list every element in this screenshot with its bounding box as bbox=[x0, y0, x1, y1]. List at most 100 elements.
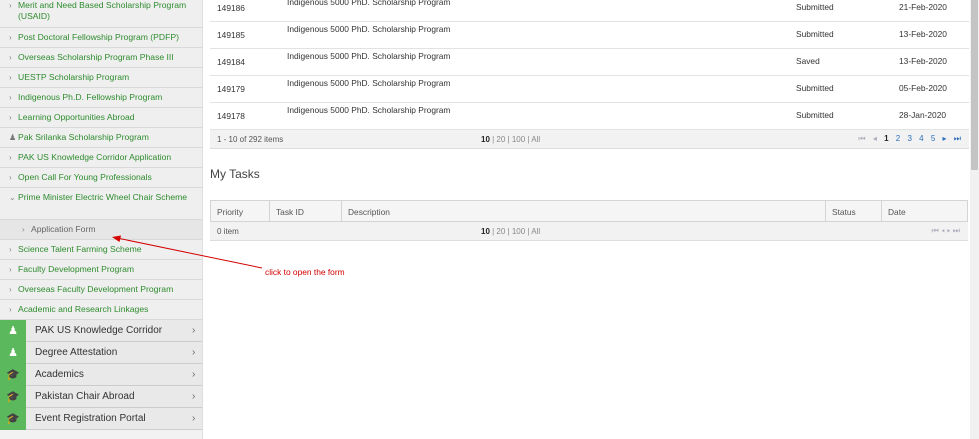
sidebar: › Merit and Need Based Scholarship Progr… bbox=[0, 0, 203, 439]
sidebar-menu-label: Academics bbox=[35, 369, 84, 380]
chevron-down-icon: ⌄ bbox=[9, 193, 16, 202]
sidebar-item-faculty-development[interactable]: › Faculty Development Program bbox=[0, 260, 202, 280]
chevron-right-icon: › bbox=[9, 265, 12, 274]
page-size-selector[interactable]: 10 | 20 | 100 | All bbox=[481, 135, 540, 144]
table-row[interactable]: 149186 Indigenous 5000 PhD. Scholarship … bbox=[210, 0, 969, 22]
application-id: 149178 bbox=[217, 111, 245, 121]
application-date: 28-Jan-2020 bbox=[899, 110, 947, 120]
application-status: Submitted bbox=[796, 2, 834, 12]
sidebar-item-academic-linkages[interactable]: › Academic and Research Linkages bbox=[0, 300, 202, 320]
page-size-current[interactable]: 10 bbox=[481, 135, 490, 144]
page-size-options[interactable]: | 20 | 100 | All bbox=[490, 227, 540, 236]
last-page-icon[interactable]: ⏭ bbox=[954, 134, 961, 143]
sidebar-item-science-talent[interactable]: › Science Talent Farming Scheme bbox=[0, 240, 202, 260]
tasks-pager: 0 item 10 | 20 | 100 | All ⏮ ◂ ▸ ⏭ bbox=[210, 222, 968, 241]
application-date: 13-Feb-2020 bbox=[899, 56, 947, 66]
page-size-options[interactable]: | 20 | 100 | All bbox=[490, 135, 540, 144]
page-size-current[interactable]: 10 bbox=[481, 227, 490, 236]
table-row[interactable]: 149179 Indigenous 5000 PhD. Scholarship … bbox=[210, 76, 969, 103]
next-page-icon[interactable]: ▸ bbox=[943, 134, 947, 143]
sidebar-menu-pakistan-chair-abroad[interactable]: 🎓 Pakistan Chair Abroad › bbox=[0, 385, 202, 408]
sidebar-item-application-form[interactable]: › Application Form bbox=[0, 220, 202, 240]
graduation-cap-icon: 🎓 bbox=[0, 363, 26, 386]
sidebar-item-label: Indigenous Ph.D. Fellowship Program bbox=[18, 92, 163, 102]
application-status: Saved bbox=[796, 56, 820, 66]
sidebar-item-label: Overseas Scholarship Program Phase III bbox=[18, 52, 174, 62]
application-description: Indigenous 5000 PhD. Scholarship Program bbox=[287, 51, 451, 61]
sidebar-menu-pak-us-knowledge-corridor[interactable]: ♟ PAK US Knowledge Corridor › bbox=[0, 319, 202, 342]
application-description: Indigenous 5000 PhD. Scholarship Program bbox=[287, 0, 451, 7]
table-row[interactable]: 149185 Indigenous 5000 PhD. Scholarship … bbox=[210, 22, 969, 49]
application-status: Submitted bbox=[796, 29, 834, 39]
sidebar-item-indigenous-phd[interactable]: › Indigenous Ph.D. Fellowship Program bbox=[0, 88, 202, 108]
chevron-right-icon: › bbox=[192, 347, 196, 358]
sidebar-item-pdfp[interactable]: › Post Doctoral Fellowship Program (PDFP… bbox=[0, 28, 202, 48]
sidebar-item-label: Post Doctoral Fellowship Program (PDFP) bbox=[18, 32, 179, 42]
pager-nav: ⏮ ◂ ▸ ⏭ bbox=[927, 226, 960, 236]
table-row[interactable]: 149178 Indigenous 5000 PhD. Scholarship … bbox=[210, 103, 969, 130]
application-date: 13-Feb-2020 bbox=[899, 29, 947, 39]
scrollbar-thumb[interactable] bbox=[971, 0, 978, 170]
graduation-cap-icon: 🎓 bbox=[0, 407, 26, 430]
sidebar-item-learning-abroad[interactable]: › Learning Opportunities Abroad bbox=[0, 108, 202, 128]
chevron-right-icon: › bbox=[9, 113, 12, 122]
annotation-callout: click to open the form bbox=[265, 267, 345, 277]
page-link-4[interactable]: 4 bbox=[919, 134, 923, 143]
column-header-description[interactable]: Description bbox=[342, 201, 826, 221]
page-link-5[interactable]: 5 bbox=[931, 134, 935, 143]
user-icon: ♟ bbox=[0, 319, 26, 342]
table-row[interactable]: 149184 Indigenous 5000 PhD. Scholarship … bbox=[210, 49, 969, 76]
user-icon: ♟ bbox=[0, 341, 26, 364]
sidebar-item-pm-wheel-chair[interactable]: ⌄ Prime Minister Electric Wheel Chair Sc… bbox=[0, 188, 202, 220]
application-id: 149186 bbox=[217, 3, 245, 13]
chevron-right-icon: › bbox=[9, 153, 12, 162]
application-description: Indigenous 5000 PhD. Scholarship Program bbox=[287, 78, 451, 88]
column-header-priority[interactable]: Priority bbox=[211, 201, 270, 221]
pager-nav-icons[interactable]: ⏮ ◂ ▸ ⏭ bbox=[932, 226, 960, 235]
sidebar-menu-label: Degree Attestation bbox=[35, 347, 118, 358]
chevron-right-icon: › bbox=[9, 53, 12, 62]
scrollbar[interactable] bbox=[970, 0, 979, 439]
sidebar-item-label: PAK US Knowledge Corridor Application bbox=[18, 152, 172, 162]
sidebar-menu-event-registration[interactable]: 🎓 Event Registration Portal › bbox=[0, 407, 202, 430]
chevron-right-icon: › bbox=[9, 93, 12, 102]
tasks-grid-header: Priority Task ID Description Status Date bbox=[210, 200, 968, 222]
sidebar-item-open-call[interactable]: › Open Call For Young Professionals bbox=[0, 168, 202, 188]
sidebar-item-pak-srilanka[interactable]: ♟ Pak Srilanka Scholarship Program bbox=[0, 128, 202, 148]
application-status: Submitted bbox=[796, 83, 834, 93]
chevron-right-icon: › bbox=[192, 325, 196, 336]
sidebar-item-label: Merit and Need Based Scholarship Program… bbox=[18, 0, 187, 21]
tasks-pager-wrap: 0 item 10 | 20 | 100 | All ⏮ ◂ ▸ ⏭ bbox=[210, 222, 968, 241]
page-size-selector[interactable]: 10 | 20 | 100 | All bbox=[481, 227, 540, 236]
first-page-icon[interactable]: ⏮ bbox=[858, 134, 865, 143]
pager-info: 1 - 10 of 292 items bbox=[217, 134, 284, 144]
chevron-right-icon: › bbox=[9, 305, 12, 314]
column-header-status[interactable]: Status bbox=[826, 201, 882, 221]
application-id: 149185 bbox=[217, 30, 245, 40]
my-tasks-title: My Tasks bbox=[210, 167, 260, 181]
column-header-date[interactable]: Date bbox=[882, 201, 967, 221]
sidebar-menu-label: Pakistan Chair Abroad bbox=[35, 391, 135, 402]
prev-page-icon[interactable]: ◂ bbox=[873, 134, 877, 143]
application-description: Indigenous 5000 PhD. Scholarship Program bbox=[287, 24, 451, 34]
page-link-3[interactable]: 3 bbox=[907, 134, 911, 143]
application-id: 149179 bbox=[217, 84, 245, 94]
sidebar-item-merit-need-based[interactable]: › Merit and Need Based Scholarship Progr… bbox=[0, 0, 202, 28]
page-link-2[interactable]: 2 bbox=[896, 134, 900, 143]
application-date: 05-Feb-2020 bbox=[899, 83, 947, 93]
sidebar-item-label: UESTP Scholarship Program bbox=[18, 72, 130, 82]
sidebar-item-label: Science Talent Farming Scheme bbox=[18, 244, 142, 254]
sidebar-item-pak-us-application[interactable]: › PAK US Knowledge Corridor Application bbox=[0, 148, 202, 168]
sidebar-menu-academics[interactable]: 🎓 Academics › bbox=[0, 363, 202, 386]
application-status: Submitted bbox=[796, 110, 834, 120]
sidebar-item-uestp[interactable]: › UESTP Scholarship Program bbox=[0, 68, 202, 88]
column-header-task-id[interactable]: Task ID bbox=[270, 201, 342, 221]
user-icon: ♟ bbox=[9, 133, 17, 142]
chevron-right-icon: › bbox=[9, 245, 12, 254]
sidebar-item-overseas-faculty[interactable]: › Overseas Faculty Development Program bbox=[0, 280, 202, 300]
application-description: Indigenous 5000 PhD. Scholarship Program bbox=[287, 105, 451, 115]
sidebar-menu-degree-attestation[interactable]: ♟ Degree Attestation › bbox=[0, 341, 202, 364]
chevron-right-icon: › bbox=[9, 73, 12, 82]
page-link-1[interactable]: 1 bbox=[884, 134, 888, 143]
sidebar-item-overseas-phase-iii[interactable]: › Overseas Scholarship Program Phase III bbox=[0, 48, 202, 68]
